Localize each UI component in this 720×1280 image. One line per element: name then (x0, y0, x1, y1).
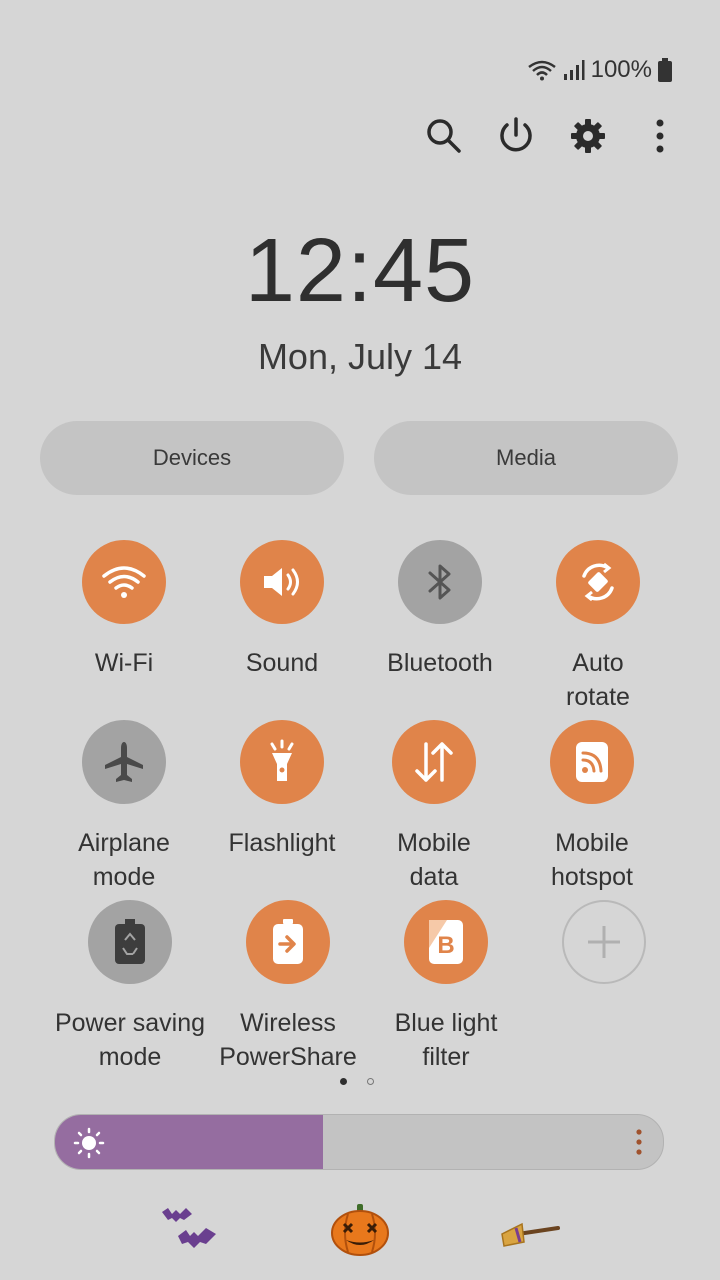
tile-power-saving-button[interactable] (88, 900, 172, 984)
clock-time: 12:45 (244, 221, 476, 321)
tile-add[interactable] (524, 900, 684, 984)
tile-airplane-mode[interactable]: Airplane mode (44, 720, 204, 894)
media-button[interactable]: Media (374, 421, 678, 495)
volume-icon (264, 568, 299, 596)
signal-icon (563, 60, 585, 80)
tile-flashlight[interactable]: Flashlight (202, 720, 362, 860)
tile-bluetooth-button[interactable] (398, 540, 482, 624)
rotate-icon (582, 562, 614, 602)
battery-icon (658, 58, 672, 82)
tile-sound-button[interactable] (240, 540, 324, 624)
brightness-more-icon[interactable] (635, 1129, 643, 1155)
page-dot (367, 1078, 374, 1085)
add-tile-button[interactable] (562, 900, 646, 984)
brightness-slider[interactable] (54, 1114, 664, 1170)
tile-airplane-mode-button[interactable] (82, 720, 166, 804)
bats-icon (162, 1208, 216, 1248)
quick-panel-toolbar (424, 112, 680, 160)
tile-wireless-powershare[interactable]: Wireless PowerShare (208, 900, 368, 1074)
power-button[interactable] (496, 112, 536, 160)
page-dot-active (340, 1078, 347, 1085)
tile-auto-rotate-button[interactable] (556, 540, 640, 624)
search-button[interactable] (424, 112, 464, 160)
tile-label: Wi-Fi (94, 649, 154, 677)
settings-button[interactable] (568, 112, 608, 160)
tile-label: Wireless PowerShare (219, 1009, 357, 1071)
svg-text:B: B (437, 932, 454, 959)
tile-blue-light-filter-button[interactable]: B (404, 900, 488, 984)
settings-icon (571, 119, 605, 153)
tile-label: Sound (245, 649, 319, 677)
power-saving-icon (115, 919, 145, 964)
power-icon (500, 117, 532, 152)
tile-mobile-data-button[interactable] (392, 720, 476, 804)
tile-mobile-hotspot-button[interactable] (550, 720, 634, 804)
tile-label: Blue light filter (394, 1009, 498, 1071)
airplane-icon (105, 742, 143, 782)
tile-label: Mobile hotspot (550, 829, 633, 891)
tile-label: Airplane mode (78, 829, 170, 891)
more-options-button[interactable] (640, 112, 680, 160)
bluetooth-icon (428, 564, 451, 600)
more-vert-icon (656, 119, 664, 153)
tile-mobile-data[interactable]: Mobile data (354, 720, 514, 894)
powershare-icon (273, 919, 303, 964)
tile-blue-light-filter[interactable]: B Blue light filter (366, 900, 526, 1074)
tile-flashlight-button[interactable] (240, 720, 324, 804)
tile-label: Mobile data (397, 829, 471, 891)
battery-percent: 100% (590, 56, 652, 83)
flashlight-icon (270, 739, 294, 781)
tile-wifi-button[interactable] (82, 540, 166, 624)
tile-mobile-hotspot[interactable]: Mobile hotspot (512, 720, 672, 894)
clock-date: Mon, July 14 (257, 336, 463, 377)
add-icon (588, 926, 620, 958)
broom-icon (501, 1222, 560, 1247)
tile-label: Flashlight (228, 829, 336, 857)
devices-button[interactable]: Devices (40, 421, 344, 495)
search-icon (427, 119, 461, 153)
tile-bluetooth[interactable]: Bluetooth (360, 540, 520, 680)
mobile-data-icon (415, 742, 453, 782)
status-bar: 100% (527, 56, 672, 84)
tile-wifi[interactable]: Wi-Fi (44, 540, 204, 680)
blue-light-icon: B (429, 920, 463, 964)
wifi-icon (102, 566, 146, 598)
tile-power-saving[interactable]: Power saving mode (50, 900, 210, 1074)
tile-sound[interactable]: Sound (202, 540, 362, 680)
tile-wireless-powershare-button[interactable] (246, 900, 330, 984)
tile-label: Auto rotate (566, 649, 630, 711)
tile-label: Power saving mode (54, 1009, 206, 1071)
tile-label: Bluetooth (387, 649, 493, 677)
wifi-icon (527, 60, 556, 81)
sun-icon (73, 1127, 105, 1159)
tile-auto-rotate[interactable]: Auto rotate (518, 540, 678, 714)
pumpkin-icon (331, 1204, 389, 1256)
hotspot-icon (576, 742, 608, 782)
page-indicator (340, 1078, 374, 1085)
